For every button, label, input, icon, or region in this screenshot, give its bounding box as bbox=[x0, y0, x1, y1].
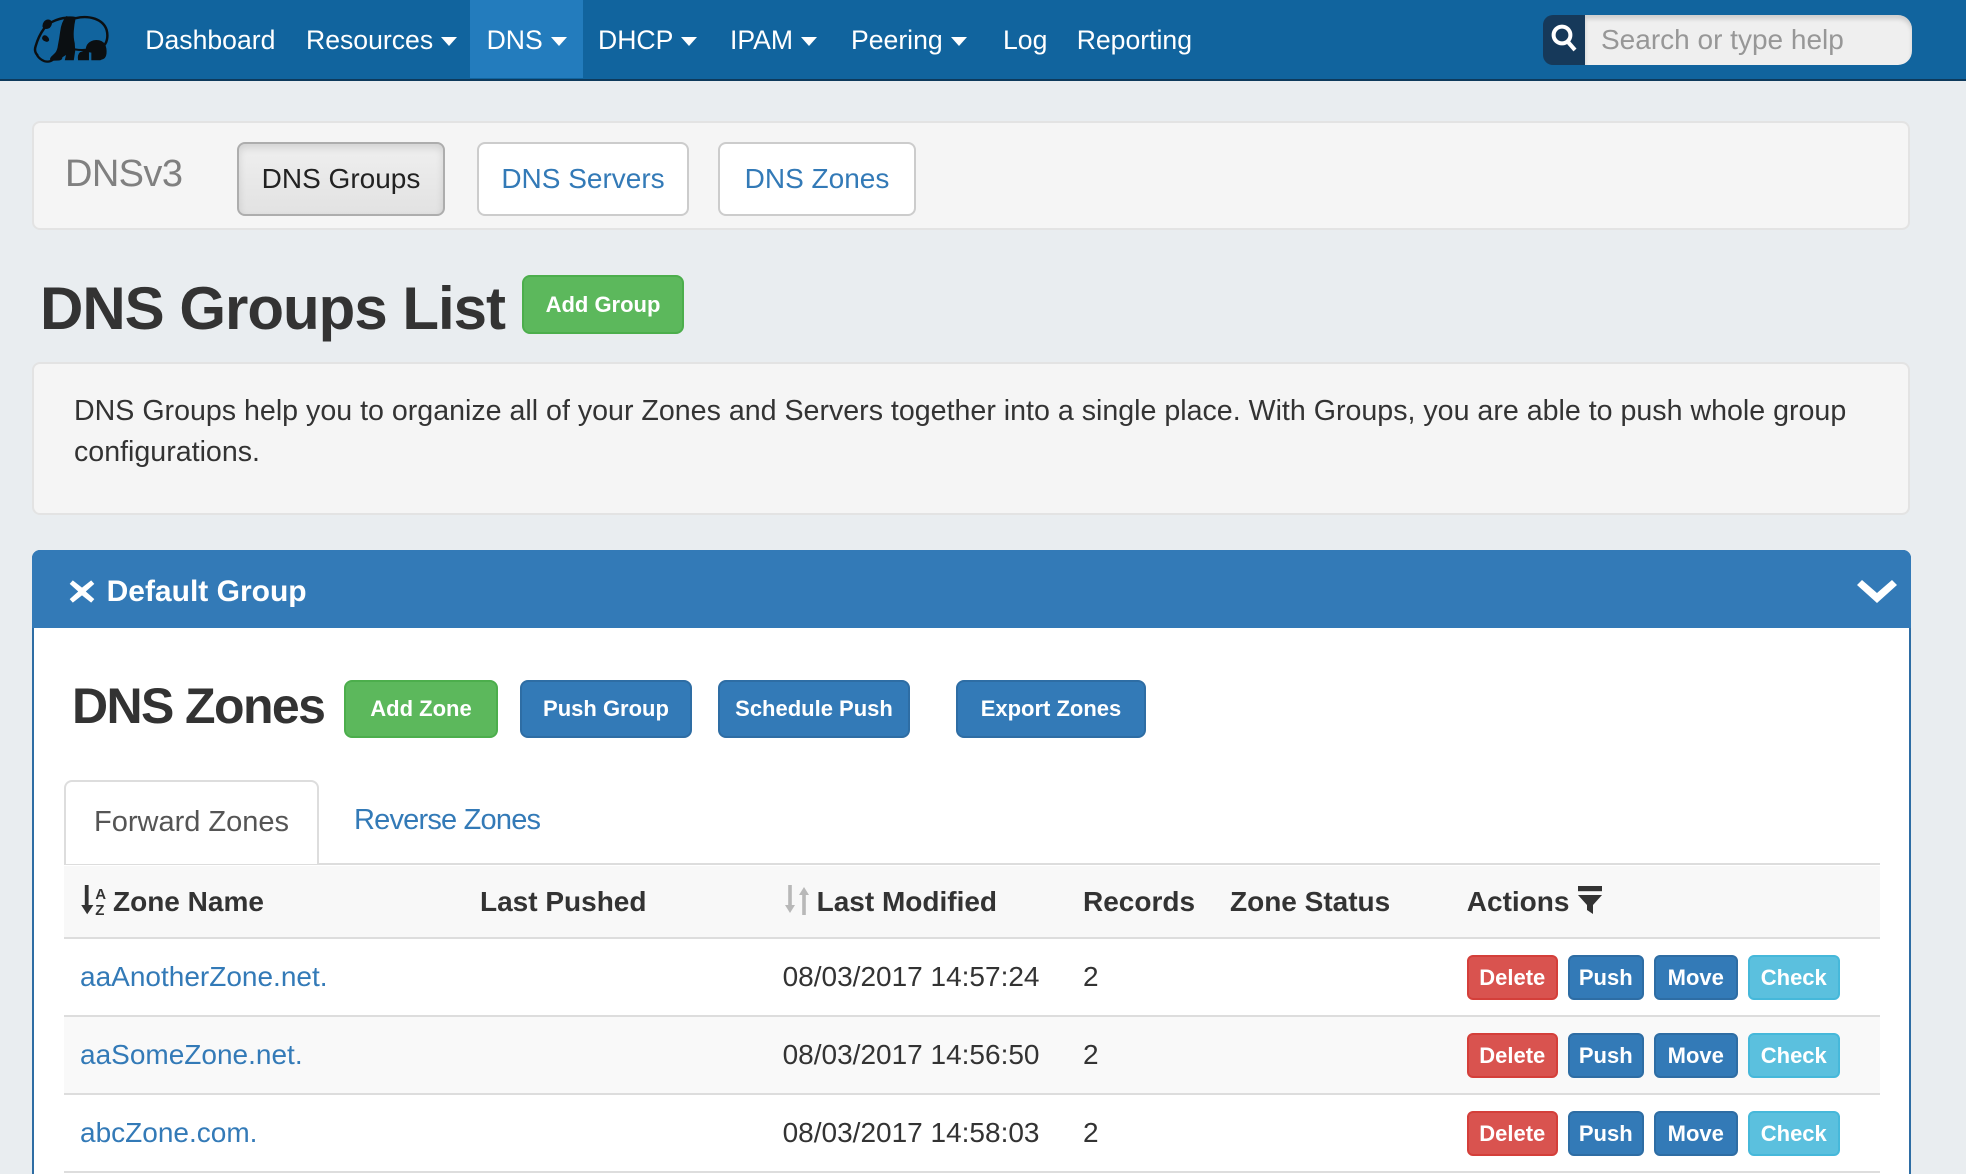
svg-text:A: A bbox=[95, 886, 106, 903]
svg-text:Z: Z bbox=[95, 902, 104, 915]
